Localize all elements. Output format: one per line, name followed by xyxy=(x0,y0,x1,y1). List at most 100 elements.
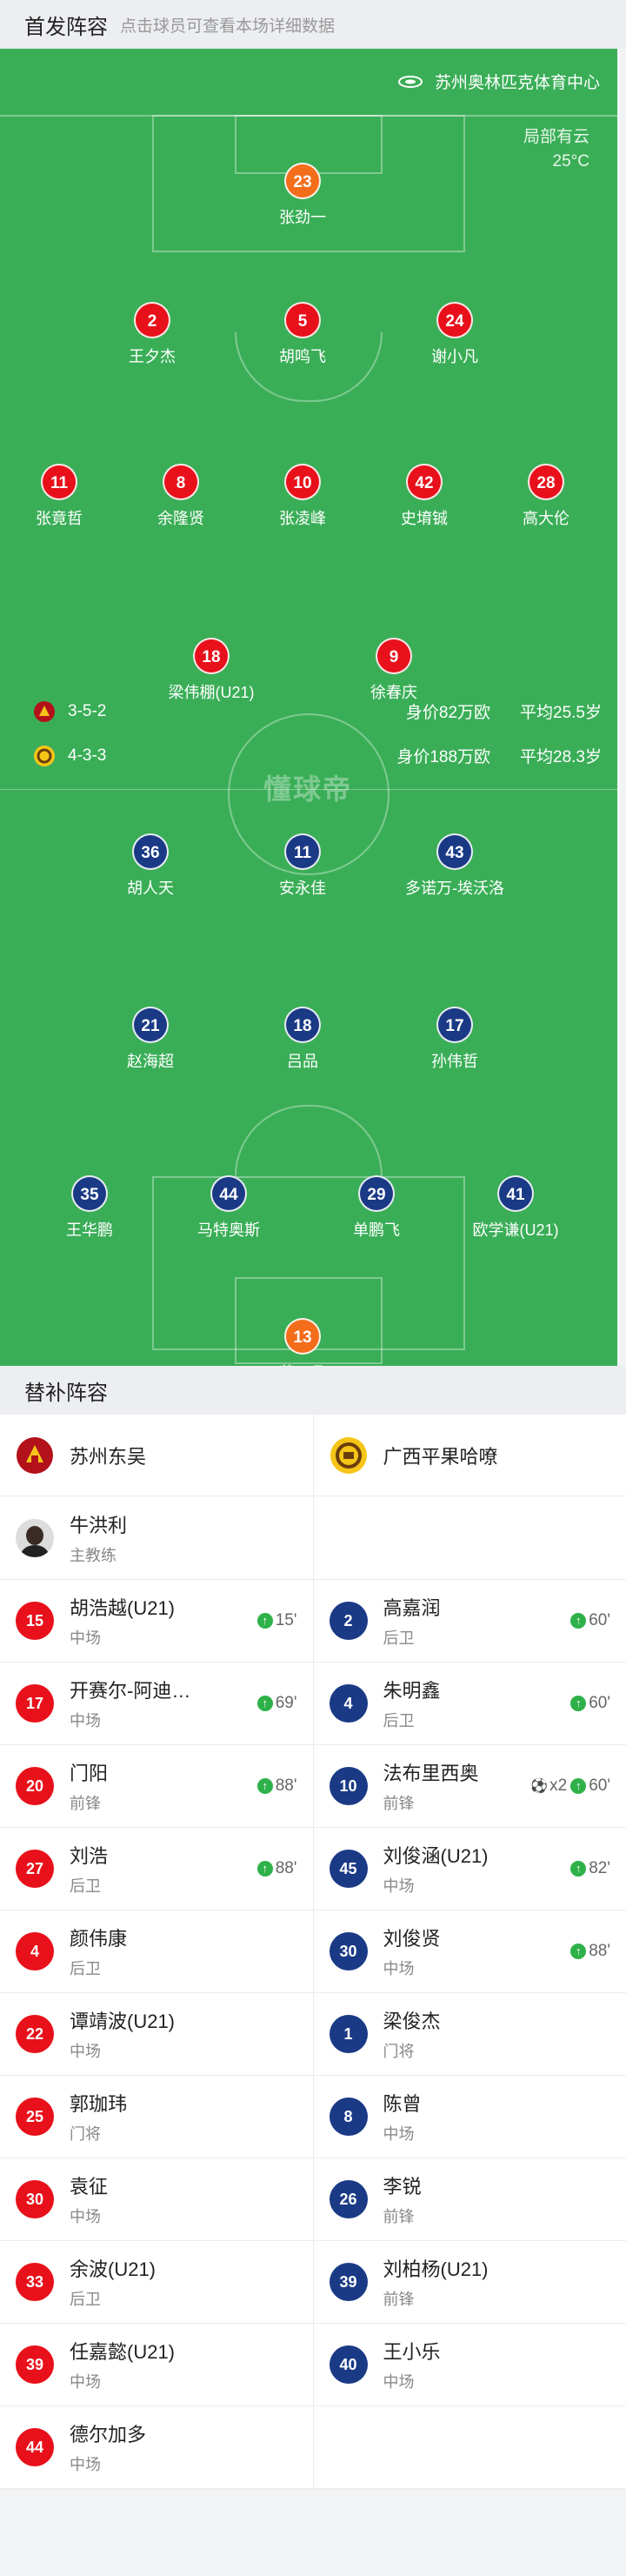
home-sub-player[interactable]: 44德尔加多中场 xyxy=(0,2406,313,2488)
sub-event: ↑88' xyxy=(257,1776,297,1796)
home-sub-player[interactable]: 4颜伟康后卫 xyxy=(0,1910,313,1992)
away-team-cell[interactable]: 广西平果哈嘹 xyxy=(313,1415,626,1495)
away-player[interactable]: 44马特奥斯 xyxy=(159,1175,298,1241)
weather-temp: 25°C xyxy=(523,150,589,174)
sub-number: 27 xyxy=(16,1850,54,1888)
sub-event: ⚽x2↑60' xyxy=(530,1776,610,1796)
away-sub-player xyxy=(313,2406,626,2488)
away-sub-player[interactable]: 1梁俊杰门将 xyxy=(313,1993,626,2075)
sub-info: 李锐前锋 xyxy=(383,2171,611,2227)
home-player[interactable]: 18梁伟棚(U21) xyxy=(142,638,281,703)
sub-name: 刘俊涵(U21) xyxy=(383,1841,571,1869)
home-team-name: 苏州东吴 xyxy=(70,1442,146,1469)
home-player[interactable]: 28高大伦 xyxy=(476,464,616,529)
away-player[interactable]: 18吕品 xyxy=(233,1007,372,1072)
watermark-logo: 懂球帝 xyxy=(263,767,352,807)
sub-in-time: 88' xyxy=(276,1859,297,1878)
home-sub-player[interactable]: 22谭靖波(U21)中场 xyxy=(0,1993,313,2075)
away-sub-player[interactable]: 30刘俊贤中场↑88' xyxy=(313,1910,626,1992)
home-player[interactable]: 23张劲一 xyxy=(233,163,372,228)
away-avg-age: 平均28.3岁 xyxy=(520,744,602,767)
sub-info: 刘浩后卫 xyxy=(70,1841,257,1897)
venue-name: 苏州奥林匹克体育中心 xyxy=(435,70,600,93)
sub-name: 李锐 xyxy=(383,2171,611,2199)
sub-number: 17 xyxy=(16,1684,54,1723)
away-sub-player[interactable]: 10法布里西奥前锋⚽x2↑60' xyxy=(313,1745,626,1827)
player-name: 单鹏飞 xyxy=(307,1218,446,1241)
away-sub-player[interactable]: 45刘俊涵(U21)中场↑82' xyxy=(313,1828,626,1910)
sub-number: 30 xyxy=(330,1932,368,1970)
sub-number: 39 xyxy=(16,2345,54,2384)
away-sub-player[interactable]: 8陈曾中场 xyxy=(313,2076,626,2158)
sub-position: 中场 xyxy=(70,2452,297,2475)
home-sub-player[interactable]: 27 刘浩后卫↑88' xyxy=(0,1828,313,1910)
home-coach[interactable]: 牛洪利 主教练 xyxy=(0,1496,313,1579)
away-sub-player[interactable]: 26李锐前锋 xyxy=(313,2158,626,2240)
home-sub-player[interactable]: 33余波(U21)后卫 xyxy=(0,2241,313,2323)
player-name: 余隆贤 xyxy=(111,506,250,529)
home-sub-player[interactable]: 20门阳前锋↑88' xyxy=(0,1745,313,1827)
home-sub-player[interactable]: 30袁征中场 xyxy=(0,2158,313,2240)
section-hint: 点击球员可查看本场详细数据 xyxy=(120,13,335,37)
home-player[interactable]: 8 余隆贤 xyxy=(111,464,250,529)
player-number: 11 xyxy=(41,464,77,500)
home-player[interactable]: 10张凌峰 xyxy=(233,464,372,529)
sub-position: 前锋 xyxy=(383,2205,611,2227)
sub-in-icon: ↑ xyxy=(570,1778,586,1794)
away-sub-player[interactable]: 2高嘉润后卫↑60' xyxy=(313,1580,626,1662)
away-player[interactable]: 35王华鹏 xyxy=(20,1175,159,1241)
sub-info: 刘俊涵(U21)中场 xyxy=(383,1841,571,1897)
away-team-logo xyxy=(33,745,56,767)
home-player[interactable]: 5胡鸣飞 xyxy=(233,302,372,367)
away-sub-player[interactable]: 40王小乐中场 xyxy=(313,2324,626,2405)
away-player[interactable]: 43多诺万-埃沃洛 xyxy=(385,833,524,899)
home-player[interactable]: 9徐春庆 xyxy=(324,638,463,703)
sub-name: 胡浩越(U21) xyxy=(70,1593,257,1621)
subs-title: 替补阵容 xyxy=(24,1375,108,1406)
coach-avatar xyxy=(16,1519,54,1557)
sub-position: 中场 xyxy=(70,2039,297,2062)
sub-number: 4 xyxy=(330,1684,368,1723)
home-player[interactable]: 2王夕杰 xyxy=(83,302,222,367)
away-player[interactable]: 29单鹏飞 xyxy=(307,1175,446,1241)
sub-position: 后卫 xyxy=(70,1957,297,1979)
home-team-cell[interactable]: 苏州东吴 xyxy=(0,1415,313,1495)
coach-role: 主教练 xyxy=(70,1543,127,1566)
sub-position: 后卫 xyxy=(383,1626,571,1649)
player-name: 王华鹏 xyxy=(20,1218,159,1241)
home-player[interactable]: 24谢小凡 xyxy=(385,302,524,367)
coach-row: 牛洪利 主教练 xyxy=(0,1496,626,1580)
goal-icon: ⚽ xyxy=(530,1777,548,1795)
player-name: 胡人天 xyxy=(81,876,220,899)
sub-name: 德尔加多 xyxy=(70,2419,297,2447)
home-sub-player[interactable]: 39任嘉懿(U21)中场 xyxy=(0,2324,313,2405)
away-player[interactable]: 17孙伟哲 xyxy=(385,1007,524,1072)
home-sub-player[interactable]: 25郭珈玮门将 xyxy=(0,2076,313,2158)
sub-position: 中场 xyxy=(70,1709,257,1731)
sub-row: 39任嘉懿(U21)中场40王小乐中场 xyxy=(0,2324,626,2406)
sub-row: 22谭靖波(U21)中场1梁俊杰门将 xyxy=(0,1993,626,2076)
player-number: 23 xyxy=(284,163,321,199)
home-player[interactable]: 42史堉铖 xyxy=(355,464,494,529)
sub-in-icon: ↑ xyxy=(570,1861,586,1877)
sub-event: ↑15' xyxy=(257,1611,297,1630)
away-sub-player[interactable]: 4朱明鑫后卫↑60' xyxy=(313,1663,626,1744)
away-player[interactable]: 11安永佳 xyxy=(233,833,372,899)
sub-number: 45 xyxy=(330,1850,368,1888)
sub-event: ↑88' xyxy=(257,1859,297,1878)
sub-number: 22 xyxy=(16,2015,54,2053)
home-sub-player[interactable]: 15胡浩越(U21)中场↑15' xyxy=(0,1580,313,1662)
away-player[interactable]: 36胡人天 xyxy=(81,833,220,899)
home-formation-row: 3-5-2 身价82万欧 平均25.5岁 xyxy=(33,699,602,723)
away-player[interactable]: 41欧学谦(U21) xyxy=(446,1175,585,1241)
home-player[interactable]: 11张竟哲 xyxy=(0,464,129,529)
home-sub-player[interactable]: 17开赛尔-阿迪…中场↑69' xyxy=(0,1663,313,1744)
sub-info: 法布里西奥前锋 xyxy=(383,1758,531,1814)
away-player[interactable]: 13董一凡 xyxy=(233,1318,372,1366)
sub-in-icon: ↑ xyxy=(257,1778,273,1794)
sub-number: 25 xyxy=(16,2098,54,2136)
sub-info: 余波(U21)后卫 xyxy=(70,2254,297,2310)
away-sub-player[interactable]: 39刘柏杨(U21)前锋 xyxy=(313,2241,626,2323)
player-number: 8 xyxy=(163,464,199,500)
away-player[interactable]: 21赵海超 xyxy=(81,1007,220,1072)
